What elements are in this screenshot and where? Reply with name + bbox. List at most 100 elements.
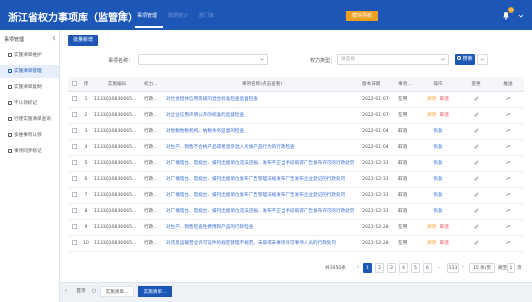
row-checkbox[interactable] — [68, 107, 80, 124]
sidebar-item-multi-claim[interactable]: 多维事项认领 — [0, 129, 59, 142]
row-checkbox[interactable] — [68, 187, 80, 204]
table-row[interactable]: 9 1133010836665... 行政... 对生产、销售检查性费用和产品的行政检… — [68, 219, 524, 236]
table-row[interactable]: 1 1133010836665... 行政... 对社会团体信用等级的混合标准检查监督… — [68, 91, 524, 108]
page-size-select[interactable]: 15 条/页 — [469, 263, 495, 273]
chevron-down-icon[interactable] — [518, 13, 524, 19]
share-arrow-icon[interactable] — [506, 192, 511, 197]
sidebar-item-list-maintenance[interactable]: 实施清单维护 — [0, 49, 59, 62]
row-checkbox[interactable] — [68, 235, 80, 252]
restore-link[interactable]: 恢复 — [433, 145, 442, 150]
edit-pen-icon[interactable] — [473, 128, 479, 133]
page-button[interactable]: 4 — [399, 263, 408, 273]
cancel-link[interactable]: 取消 — [440, 113, 449, 118]
row-checkbox[interactable] — [68, 219, 80, 236]
restore-link[interactable]: 恢复 — [433, 177, 442, 182]
sidebar-item-list-query[interactable]: 行使实施清单查询 — [0, 113, 59, 126]
cancel-link[interactable]: 取消 — [440, 225, 449, 230]
next-page-icon[interactable]: › — [462, 265, 464, 270]
sidebar-item-sync-mark[interactable]: 事项同步标记 — [0, 145, 59, 158]
nav-matter-management[interactable]: 事项管理 — [137, 12, 157, 19]
edit-pen-icon[interactable] — [473, 112, 479, 117]
table-row[interactable]: 5 1133010836665... 行政... 对广播电台、电视台、报刊出版单位违法… — [68, 155, 524, 172]
collapse-icon[interactable] — [51, 35, 57, 41]
share-arrow-icon[interactable] — [506, 144, 511, 149]
share-arrow-icon[interactable] — [506, 176, 511, 181]
nav-department-library[interactable]: 部门库 — [199, 12, 214, 19]
sidebar-item-list-management[interactable]: 实施清单管理 — [0, 65, 59, 78]
restore-link[interactable]: 恢复 — [433, 209, 442, 214]
tab-home[interactable]: 首页 — [72, 286, 90, 297]
page-button[interactable]: 5 — [411, 263, 420, 273]
goto-page-input[interactable]: 1 — [507, 263, 515, 273]
edit-link[interactable]: 修改 — [427, 241, 436, 246]
table-row[interactable]: 4 1133010836665... 行政... 对生产、销售不合格产品或者混杂混入劣… — [68, 139, 524, 156]
expand-filters-icon[interactable] — [477, 54, 488, 65]
batch-add-button[interactable]: 批量新增 — [68, 35, 98, 46]
search-button[interactable]: 搜索 — [455, 54, 475, 65]
matter-name-select[interactable] — [138, 54, 268, 65]
share-arrow-icon[interactable] — [506, 224, 511, 229]
share-arrow-icon[interactable] — [506, 240, 511, 245]
row-checkbox[interactable] — [68, 123, 80, 140]
page-button[interactable]: 2 — [375, 263, 384, 273]
row-matter-name-link[interactable]: 对广播电台、电视台、报刊出版单位发布广告管理法规发布广告发布企业登记的行政处罚 — [164, 187, 360, 204]
row-matter-name-link[interactable]: 对社会团体信用等级的混合标准检查监督检查 — [164, 91, 360, 108]
prev-page-icon[interactable]: ‹ — [357, 265, 359, 270]
restore-link[interactable]: 恢复 — [433, 161, 442, 166]
cancel-link[interactable]: 取消 — [440, 97, 449, 102]
tab-list-2[interactable]: 实施清单... — [138, 286, 172, 297]
edit-link[interactable]: 修改 — [427, 97, 436, 102]
row-checkbox[interactable] — [68, 139, 80, 156]
table-row[interactable]: 2 1133010836665... 行政... 对企业信用声明公开的标准的监督检查 2… — [68, 107, 524, 124]
row-checkbox[interactable] — [68, 171, 80, 188]
edit-pen-icon[interactable] — [473, 208, 479, 213]
row-matter-name-link[interactable]: 对生产、销售不合格产品或者混杂混入劣质产品行为的行政检查 — [164, 139, 360, 156]
table-row[interactable]: 3 1133010836665... 行政... 对地税地税机构、纳税条务监督的检查 2… — [68, 123, 524, 140]
refresh-icon[interactable]: ○ — [90, 286, 98, 297]
edit-link[interactable]: 修改 — [427, 225, 436, 230]
page-button[interactable]: 1 — [363, 263, 372, 273]
restore-link[interactable]: 恢复 — [433, 129, 442, 134]
nav-data-statistics[interactable]: 数据统计 — [168, 12, 188, 19]
share-arrow-icon[interactable] — [506, 160, 511, 165]
row-matter-name-link[interactable]: 对广播电台、电视台、报刊出版单位违法违规、发布不正当手段取得广告发布许可的行政处… — [164, 203, 360, 220]
row-matter-name-link[interactable]: 对违反运输营业许可证件的规定管理不规范，未取得未事项许可事项人员的行政处罚 — [164, 235, 360, 252]
edit-link[interactable]: 修改 — [427, 113, 436, 118]
module-nav-button[interactable]: 模块导航 — [346, 11, 378, 21]
table-row[interactable]: 7 1133010836665... 行政... 对广播电台、电视台、报刊出版单位发布… — [68, 187, 524, 204]
share-arrow-icon[interactable] — [506, 128, 511, 133]
cancel-link[interactable]: 取消 — [440, 241, 449, 246]
sidebar-item-unclaimed-mark[interactable]: 不认领标记 — [0, 97, 59, 110]
share-arrow-icon[interactable] — [506, 112, 511, 117]
restore-link[interactable]: 恢复 — [433, 193, 442, 198]
table-row[interactable]: 10 1133010836665... 行政... 对违反运输营业许可证件的规定管理不… — [68, 235, 524, 252]
home-icon[interactable] — [117, 10, 127, 19]
share-arrow-icon[interactable] — [506, 96, 511, 101]
page-button[interactable]: 3 — [387, 263, 396, 273]
power-type-select[interactable]: 请选择 — [337, 54, 449, 65]
share-arrow-icon[interactable] — [506, 208, 511, 213]
edit-pen-icon[interactable] — [473, 144, 479, 149]
edit-pen-icon[interactable] — [473, 224, 479, 229]
row-matter-name-link[interactable]: 对广播电台、电视台、报刊出版单位发布广告管理法规发布广告发布企业登记的行政处罚 — [164, 171, 360, 188]
row-matter-name-link[interactable]: 对生产、销售检查性费用和产品的行政检查 — [164, 219, 360, 236]
edit-pen-icon[interactable] — [473, 160, 479, 165]
tab-list-1[interactable]: 实施清单... — [100, 286, 134, 297]
row-matter-name-link[interactable]: 对企业信用声明公开的标准的监督检查 — [164, 107, 360, 124]
row-checkbox[interactable] — [68, 155, 80, 172]
select-all-checkbox[interactable] — [68, 77, 80, 92]
sidebar-item-list-copy[interactable]: 实施清单复制 — [0, 81, 59, 94]
page-button[interactable]: 6 — [423, 263, 432, 273]
row-matter-name-link[interactable]: 对广播电台、电视台、报刊出版单位违法违规、发布不正当手段取得广告发布许可的行政处… — [164, 155, 360, 172]
page-button[interactable]: 133 — [447, 263, 459, 273]
edit-pen-icon[interactable] — [473, 192, 479, 197]
row-checkbox[interactable] — [68, 203, 80, 220]
edit-pen-icon[interactable] — [473, 176, 479, 181]
row-checkbox[interactable] — [68, 91, 80, 108]
tabs-scroll-left-icon[interactable]: ‹ — [62, 286, 70, 297]
row-matter-name-link[interactable]: 对地税地税机构、纳税条务监督的检查 — [164, 123, 360, 140]
edit-pen-icon[interactable] — [473, 96, 479, 101]
table-row[interactable]: 8 1133010836665... 行政... 对广播电台、电视台、报刊出版单位违法… — [68, 203, 524, 220]
table-row[interactable]: 6 1133010836665... 行政... 对广播电台、电视台、报刊出版单位发布… — [68, 171, 524, 188]
edit-pen-icon[interactable] — [473, 240, 479, 245]
